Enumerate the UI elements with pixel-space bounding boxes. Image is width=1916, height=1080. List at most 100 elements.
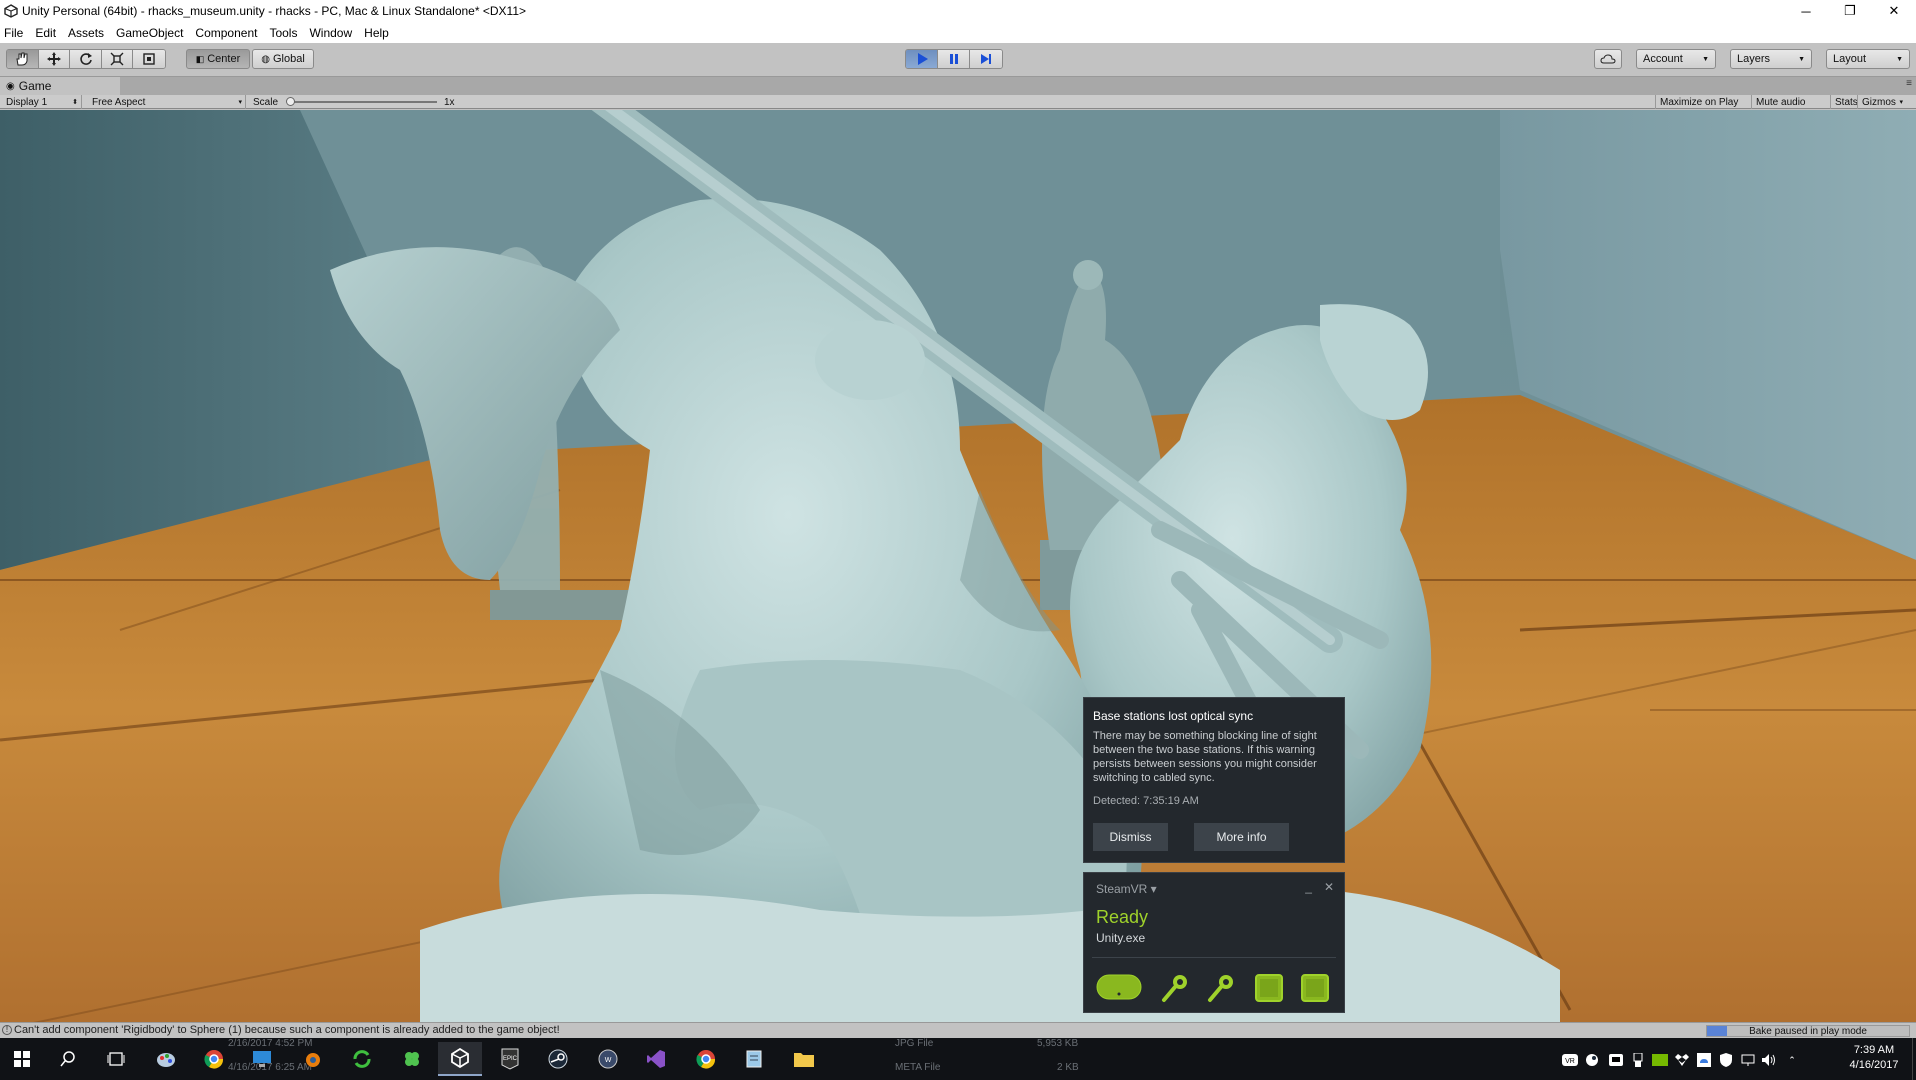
layout-label: Layout	[1833, 53, 1867, 65]
controller-icon[interactable]	[1160, 973, 1190, 1003]
taskbar-app[interactable]: EPIC	[488, 1042, 532, 1076]
base-station-icon[interactable]	[1300, 973, 1330, 1003]
step-button[interactable]	[970, 50, 1002, 68]
pivot-center-toggle[interactable]: ◧ Center	[186, 49, 250, 69]
vr-icon: VR	[1562, 1054, 1578, 1066]
taskbar-clock[interactable]: 7:39 AM 4/16/2017	[1834, 1043, 1914, 1073]
aspect-dropdown[interactable]: Free Aspect ▾	[92, 95, 246, 109]
unity-icon	[451, 1048, 469, 1068]
headset-icon[interactable]	[1096, 973, 1142, 1001]
visual-studio-icon	[647, 1050, 665, 1068]
windows-taskbar: 2/16/2017 4:52 PM 4/16/2017 6:25 AM JPG …	[0, 1038, 1916, 1080]
tab-menu-icon[interactable]: ≡	[1906, 78, 1912, 89]
clock-time: 7:39 AM	[1853, 1044, 1895, 1056]
dropbox-tray-icon[interactable]	[1674, 1052, 1690, 1068]
steamvr-app: Unity.exe	[1096, 931, 1146, 945]
steamvr-minimize-button[interactable]: _	[1305, 880, 1312, 894]
taskbar-app[interactable]: W	[586, 1042, 630, 1076]
tab-game[interactable]: ◉ Game	[0, 77, 120, 95]
transform-tools	[6, 49, 166, 69]
status-bar: ! Can't add component 'Rigidbody' to Sph…	[0, 1022, 1916, 1038]
layout-dropdown[interactable]: Layout ▼	[1826, 49, 1910, 69]
taskbar-app[interactable]	[684, 1042, 728, 1076]
menu-window[interactable]: Window	[303, 26, 358, 40]
taskbar-app[interactable]	[390, 1042, 434, 1076]
pause-icon	[949, 54, 958, 64]
collab-cloud-button[interactable]	[1594, 49, 1622, 69]
layers-dropdown[interactable]: Layers ▼	[1730, 49, 1812, 69]
hand-tool-button[interactable]	[7, 50, 39, 68]
console-message[interactable]: Can't add component 'Rigidbody' to Spher…	[14, 1024, 560, 1036]
dismiss-button[interactable]: Dismiss	[1093, 823, 1168, 851]
taskbar-app[interactable]	[192, 1042, 236, 1076]
chevron-down-icon: ▼	[1702, 55, 1709, 63]
scale-slider-track[interactable]	[290, 101, 437, 103]
taskbar-app[interactable]	[340, 1042, 384, 1076]
steam-icon	[548, 1049, 568, 1069]
taskbar-app[interactable]	[240, 1042, 284, 1076]
ghost-text: META File	[895, 1062, 941, 1073]
play-icon	[917, 53, 928, 65]
menu-gameobject[interactable]: GameObject	[110, 26, 189, 40]
menu-assets[interactable]: Assets	[62, 26, 110, 40]
scale-tool-button[interactable]	[101, 50, 134, 68]
network-tray-icon[interactable]	[1740, 1052, 1756, 1068]
move-tool-button[interactable]	[38, 50, 71, 68]
steam-tray-icon[interactable]	[1584, 1052, 1600, 1068]
steamvr-notification: Base stations lost optical sync There ma…	[1083, 697, 1345, 863]
base-station-icon[interactable]	[1254, 973, 1284, 1003]
game-viewport[interactable]	[0, 110, 1916, 1022]
menu-component[interactable]: Component	[189, 26, 263, 40]
show-desktop-button[interactable]	[1912, 1038, 1916, 1080]
more-info-button[interactable]: More info	[1194, 823, 1289, 851]
menu-help[interactable]: Help	[358, 26, 395, 40]
nvidia-tray-icon[interactable]	[1652, 1052, 1668, 1068]
rotate-tool-button[interactable]	[70, 50, 102, 68]
pivot-space-toggle[interactable]: ◍ Global	[252, 49, 314, 69]
minimize-button[interactable]: ─	[1784, 0, 1828, 22]
chevron-up-icon[interactable]: ⌃	[1784, 1052, 1800, 1068]
scale-slider-thumb[interactable]	[286, 97, 295, 106]
bake-label: Bake paused in play mode	[1749, 1025, 1867, 1037]
svg-text:EPIC: EPIC	[503, 1056, 518, 1062]
taskbar-app[interactable]	[290, 1042, 334, 1076]
title-bar: Unity Personal (64bit) - rhacks_museum.u…	[0, 0, 1916, 22]
gizmos-dropdown[interactable]: Gizmos ▾	[1857, 95, 1907, 109]
start-button[interactable]	[0, 1042, 44, 1076]
steam-icon	[1586, 1054, 1598, 1066]
steamvr-tray-icon[interactable]: VR	[1562, 1052, 1578, 1068]
blender-icon	[306, 1053, 320, 1067]
maximize-on-play-toggle[interactable]: Maximize on Play	[1655, 95, 1742, 109]
ghost-text: 2 KB	[1057, 1062, 1079, 1073]
account-dropdown[interactable]: Account ▼	[1636, 49, 1716, 69]
controller-icon[interactable]	[1206, 973, 1236, 1003]
pause-button[interactable]	[938, 50, 970, 68]
steamvr-menu[interactable]: SteamVR ▾	[1096, 882, 1157, 896]
mute-audio-toggle[interactable]: Mute audio	[1751, 95, 1809, 109]
menu-edit[interactable]: Edit	[29, 26, 62, 40]
task-view-button[interactable]	[94, 1042, 138, 1076]
defender-tray-icon[interactable]	[1718, 1052, 1734, 1068]
taskbar-app[interactable]	[144, 1042, 188, 1076]
taskbar-app-unity[interactable]	[438, 1042, 482, 1076]
taskbar-app[interactable]	[782, 1042, 826, 1076]
rect-tool-button[interactable]	[133, 50, 165, 68]
display-dropdown[interactable]: Display 1 ⬍	[6, 95, 82, 109]
taskbar-app[interactable]	[634, 1042, 678, 1076]
window-title: Unity Personal (64bit) - rhacks_museum.u…	[22, 4, 526, 18]
steamvr-close-button[interactable]: ✕	[1324, 880, 1334, 894]
close-button[interactable]: ✕	[1872, 0, 1916, 22]
play-button[interactable]	[906, 50, 938, 68]
chevron-down-icon: ▾	[238, 99, 242, 106]
tray-app-icon[interactable]	[1608, 1052, 1624, 1068]
taskbar-app[interactable]	[732, 1042, 776, 1076]
tray-app-icon[interactable]	[1696, 1052, 1712, 1068]
restore-button[interactable]: ❐	[1828, 0, 1872, 22]
tray-app-icon[interactable]	[1630, 1052, 1646, 1068]
search-button[interactable]	[46, 1042, 90, 1076]
volume-tray-icon[interactable]	[1760, 1052, 1778, 1068]
menu-tools[interactable]: Tools	[263, 26, 303, 40]
taskbar-app[interactable]	[536, 1042, 580, 1076]
globe-icon: ◍	[261, 53, 270, 65]
menu-file[interactable]: File	[0, 26, 29, 40]
